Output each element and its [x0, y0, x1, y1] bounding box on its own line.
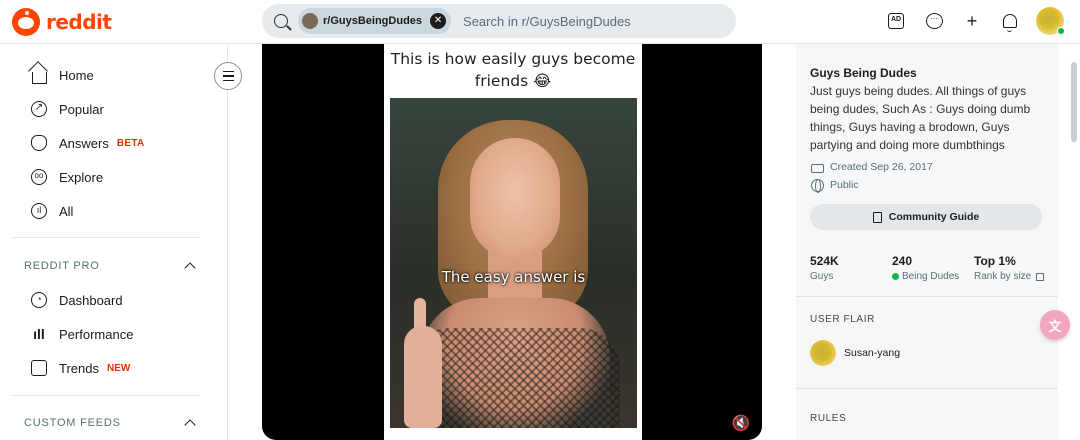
chip-label: r/GuysBeingDudes — [323, 15, 423, 27]
book-icon — [872, 211, 882, 223]
stat-value: 524K — [810, 254, 839, 268]
new-badge: NEW — [106, 362, 131, 374]
stat-members: 524K Guys — [810, 254, 839, 282]
beta-badge: BETA — [116, 137, 145, 149]
stat-online: 240 Being Dudes — [892, 254, 959, 282]
user-flair[interactable]: Susan-yang — [810, 340, 900, 366]
logo-text: reddit — [46, 10, 112, 34]
guide-label: Community Guide — [888, 211, 980, 223]
sidebar-item-explore[interactable]: oo Explore — [0, 160, 228, 194]
sidebar-item-trends[interactable]: Trends NEW — [0, 351, 228, 385]
sidebar-item-performance[interactable]: ıll Performance — [0, 317, 228, 351]
dashboard-icon: ◔ — [30, 291, 48, 309]
community-description: Just guys being dudes. All things of guy… — [810, 84, 1031, 152]
custom-feeds-header[interactable]: CUSTOM FEEDS — [24, 417, 196, 431]
notifications-button[interactable] — [998, 9, 1022, 33]
sidebar-item-label: Performance — [59, 326, 134, 342]
search-icon — [274, 14, 288, 28]
flair-username: Susan-yang — [844, 347, 901, 359]
flair-avatar — [810, 340, 836, 366]
stat-value: Top 1% — [974, 254, 1016, 268]
sidebar-item-label: Popular — [59, 101, 104, 117]
stat-value: 240 — [892, 254, 913, 268]
reddit-pro-header[interactable]: REDDIT PRO — [24, 260, 196, 274]
section-heading: CUSTOM FEEDS — [24, 417, 121, 429]
created-date: Created Sep 26, 2017 — [810, 160, 933, 174]
sidebar-divider — [12, 237, 200, 238]
create-post-button[interactable]: + — [960, 9, 984, 33]
subreddit-search-chip[interactable]: r/GuysBeingDudes ✕ — [298, 8, 452, 34]
advertise-button[interactable]: AD — [884, 9, 908, 33]
user-avatar[interactable] — [1036, 7, 1065, 35]
sidebar-item-label: Home — [59, 67, 94, 83]
reddit-snoo-icon — [12, 8, 40, 36]
video-caption: This is how easily guys become friends 😂 — [390, 50, 636, 90]
chat-icon: ··· — [925, 13, 943, 29]
menu-icon — [222, 70, 234, 73]
external-link-icon — [1036, 272, 1045, 281]
rules-heading: RULES — [810, 413, 847, 424]
globe-icon — [810, 178, 824, 193]
sidebar-item-label: Answers — [59, 135, 109, 151]
online-status-dot — [1057, 27, 1065, 35]
community-name: Guys Being Dudes — [810, 66, 917, 80]
answers-icon — [30, 134, 48, 152]
plus-icon: + — [966, 10, 978, 31]
chevron-up-icon — [184, 419, 196, 431]
sidebar-item-dashboard[interactable]: ◔ Dashboard — [0, 283, 228, 317]
community-guide-button[interactable]: Community Guide — [810, 204, 1042, 230]
sidebar-item-home[interactable]: Home — [0, 58, 228, 92]
sidebar-item-label: Trends — [59, 360, 99, 376]
speaker-muted-icon: 🔇 — [731, 415, 751, 432]
video-frame: This is how easily guys become friends 😂… — [384, 44, 642, 440]
all-icon: ıl — [30, 202, 48, 220]
popular-icon: ↗ — [30, 100, 48, 118]
chevron-up-icon — [184, 262, 196, 274]
section-heading: REDDIT PRO — [24, 260, 100, 272]
video-subtitle: The easy answer is — [441, 268, 586, 286]
home-icon — [30, 66, 48, 84]
chip-close-icon[interactable]: ✕ — [430, 13, 447, 29]
sidebar-item-label: All — [59, 203, 74, 219]
top-bar: reddit r/GuysBeingDudes ✕ AD ··· + — [0, 0, 1080, 44]
user-flair-heading: USER FLAIR — [810, 314, 875, 325]
community-sidebar: Guys Being Dudes Just guys being dudes. … — [796, 44, 1058, 440]
chat-button[interactable]: ··· — [922, 9, 946, 33]
video-still-image: The easy answer is — [390, 98, 637, 428]
search-bar[interactable]: r/GuysBeingDudes ✕ — [262, 4, 736, 38]
search-input[interactable] — [463, 13, 724, 29]
subreddit-avatar — [302, 13, 318, 29]
header-actions: AD ··· + — [884, 7, 1065, 35]
sidebar-divider — [796, 296, 1058, 297]
translate-float-button[interactable]: 文 — [1040, 310, 1070, 340]
visibility: Public — [810, 178, 859, 193]
sidebar-item-label: Explore — [59, 169, 104, 185]
cake-icon — [810, 160, 824, 174]
trends-icon — [30, 359, 48, 377]
left-sidebar: Home ↗ Popular Answers BETA oo Explore ı… — [0, 45, 228, 440]
ad-icon: AD — [888, 13, 904, 29]
sidebar-item-all[interactable]: ıl All — [0, 194, 228, 228]
sidebar-divider — [796, 388, 1058, 389]
stat-label: Being Dudes — [902, 271, 960, 282]
sidebar-divider — [12, 395, 200, 396]
bell-icon — [1003, 14, 1017, 32]
scrollbar-thumb[interactable] — [1071, 62, 1077, 142]
sidebar-item-popular[interactable]: ↗ Popular — [0, 92, 228, 126]
online-dot-icon — [892, 273, 899, 280]
sidebar-item-label: Dashboard — [59, 292, 123, 308]
video-player[interactable]: This is how easily guys become friends 😂… — [262, 44, 762, 440]
visibility-text: Public — [830, 179, 859, 191]
stat-label: Rank by size — [974, 271, 1032, 282]
stat-rank[interactable]: Top 1% Rank by size — [974, 254, 1045, 282]
sidebar-item-answers[interactable]: Answers BETA — [0, 126, 228, 160]
performance-icon: ıll — [33, 326, 45, 342]
translate-icon: 文 — [1048, 318, 1062, 334]
explore-icon: oo — [30, 168, 48, 186]
reddit-logo[interactable]: reddit — [12, 8, 112, 36]
stat-label: Guys — [810, 271, 834, 282]
sidebar-toggle-button[interactable] — [214, 62, 242, 90]
created-text: Created Sep 26, 2017 — [830, 161, 933, 173]
mute-button[interactable]: 🔇 — [730, 412, 752, 434]
